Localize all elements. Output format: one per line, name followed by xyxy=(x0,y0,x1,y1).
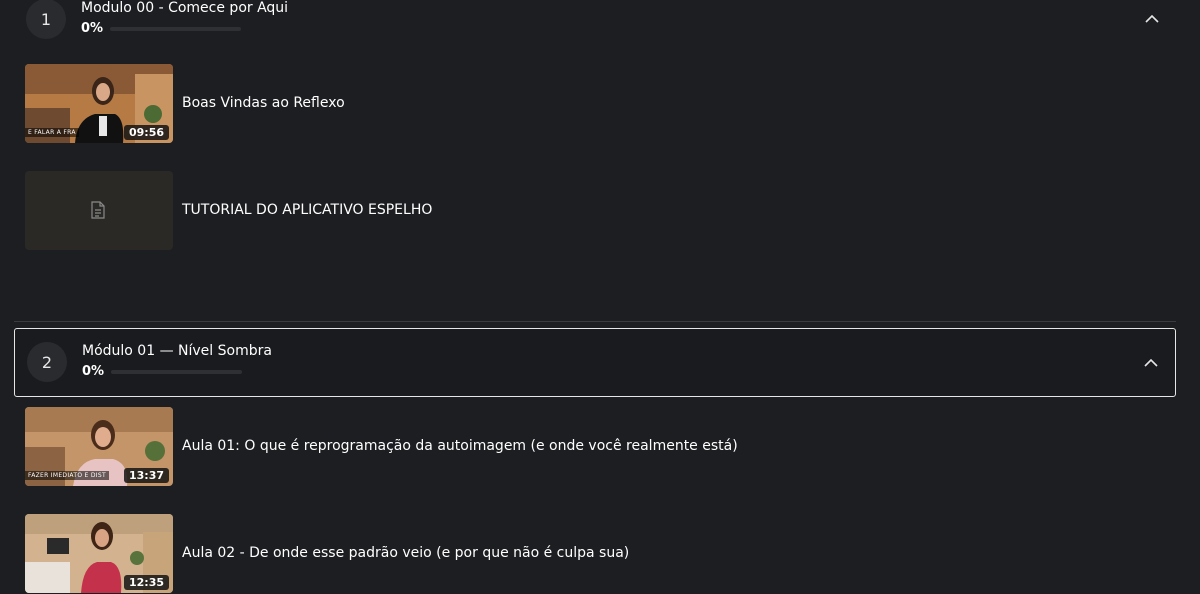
video-duration: 13:37 xyxy=(123,468,169,483)
module-progress-bar xyxy=(111,370,242,374)
lesson-thumbnail[interactable]: E FALAR A FRA 09:56 xyxy=(25,64,173,143)
lesson-thumbnail[interactable]: FAZER IMEDIATO E DIST 13:37 xyxy=(25,407,173,486)
lesson-item[interactable]: TUTORIAL DO APLICATIVO ESPELHO xyxy=(25,171,1025,251)
module-header[interactable]: 1 Modulo 00 - Comece por Aqui 0% xyxy=(14,0,1176,46)
module-progress-bar xyxy=(110,27,241,31)
lesson-title[interactable]: TUTORIAL DO APLICATIVO ESPELHO xyxy=(182,202,432,218)
lesson-thumbnail[interactable] xyxy=(25,171,173,250)
lesson-title[interactable]: Aula 02 - De onde esse padrão veio (e po… xyxy=(182,545,629,561)
video-duration: 09:56 xyxy=(123,125,169,140)
module-number: 2 xyxy=(27,342,67,382)
video-caption: E FALAR A FRA xyxy=(25,128,79,137)
module-title: Módulo 01 — Nível Sombra xyxy=(82,343,272,359)
lesson-item[interactable]: FAZER IMEDIATO E DIST 13:37 Aula 01: O q… xyxy=(25,407,1025,487)
document-icon xyxy=(91,201,105,219)
chevron-up-icon[interactable] xyxy=(1141,353,1161,373)
video-caption: FAZER IMEDIATO E DIST xyxy=(25,471,109,480)
module-header[interactable]: 2 Módulo 01 — Nível Sombra 0% xyxy=(14,328,1176,397)
module-progress-label: 0% xyxy=(82,364,105,379)
lesson-item[interactable]: 12:35 Aula 02 - De onde esse padrão veio… xyxy=(25,514,1025,594)
lesson-item[interactable]: E FALAR A FRA 09:56 Boas Vindas ao Refle… xyxy=(25,64,1025,144)
module-divider xyxy=(14,321,1176,322)
module-number: 1 xyxy=(26,0,66,39)
chevron-up-icon[interactable] xyxy=(1142,9,1162,29)
module-title: Modulo 00 - Comece por Aqui xyxy=(81,0,289,16)
video-duration: 12:35 xyxy=(123,575,169,590)
lesson-thumbnail[interactable]: 12:35 xyxy=(25,514,173,593)
lesson-title[interactable]: Boas Vindas ao Reflexo xyxy=(182,95,345,111)
lesson-title[interactable]: Aula 01: O que é reprogramação da autoim… xyxy=(182,438,738,454)
module-progress-label: 0% xyxy=(81,21,104,36)
